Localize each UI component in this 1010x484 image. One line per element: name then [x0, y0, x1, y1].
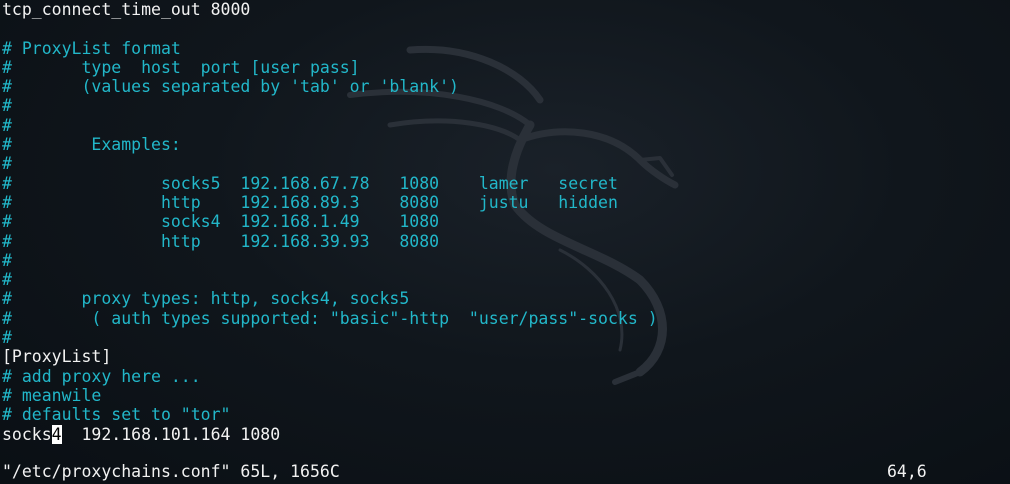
comment-line: # http 192.168.39.93 8080 [2, 231, 440, 251]
comment-line: # type host port [user pass] [2, 57, 360, 77]
comment-line: # http 192.168.89.3 8080 justu hidden [2, 192, 618, 212]
comment-line: # [2, 270, 12, 290]
terminal-window[interactable]: tcp_connect_time_out 8000 # ProxyList fo… [0, 0, 1010, 484]
section-header-line: [ProxyList] [2, 347, 112, 367]
comment-line: # proxy types: http, socks4, socks5 [2, 289, 410, 309]
comment-line: # [2, 115, 12, 135]
comment-line: # ProxyList format [2, 38, 181, 58]
comment-line: # [2, 328, 12, 348]
cursor-position: 64,6 [887, 462, 927, 481]
comment-line: # ( auth types supported: "basic"-http "… [2, 308, 658, 328]
editor-text-area[interactable]: tcp_connect_time_out 8000 # ProxyList fo… [2, 0, 1002, 444]
comment-line: # socks5 192.168.67.78 1080 lamer secret [2, 173, 618, 193]
active-edit-line[interactable]: socks4 192.168.101.164 1080 [2, 424, 1002, 444]
comment-line: # add proxy here ... [2, 366, 201, 386]
active-line-after-cursor: 192.168.101.164 1080 [61, 424, 281, 444]
text-cursor[interactable]: 4 [51, 424, 62, 444]
file-info: "/etc/proxychains.conf" 65L, 1656C [2, 462, 340, 481]
comment-line: # socks4 192.168.1.49 1080 [2, 212, 440, 232]
active-line-before-cursor: socks [2, 424, 52, 444]
comment-line: # [2, 96, 12, 116]
config-line: tcp_connect_time_out 8000 [2, 0, 251, 19]
comment-line: # [2, 154, 12, 174]
comment-line: # Examples: [2, 135, 181, 155]
comment-line: # meanwile [2, 385, 102, 405]
comment-line: # [2, 250, 12, 270]
comment-line: # defaults set to "tor" [2, 405, 231, 425]
comment-line: # (values separated by 'tab' or 'blank') [2, 77, 459, 97]
status-bar: "/etc/proxychains.conf" 65L, 1656C 64,6 [2, 462, 1007, 481]
